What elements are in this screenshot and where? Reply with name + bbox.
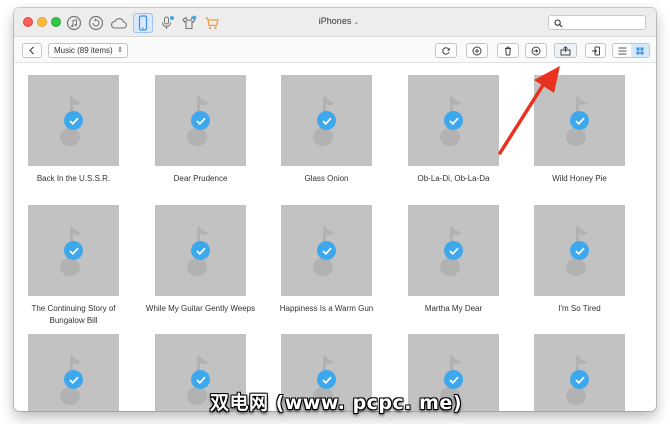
red-annotation-arrow <box>498 66 560 155</box>
song-title: Martha My Dear <box>424 304 483 313</box>
album-art-placeholder <box>281 75 372 166</box>
device-selector[interactable]: iPhones ⌄ <box>299 16 379 26</box>
album-art-placeholder <box>28 205 119 296</box>
album-art-placeholder <box>28 75 119 166</box>
up-down-chevron-icon: ⇕ <box>117 47 123 54</box>
song-tile[interactable]: Happiness Is a Warm Gun <box>267 205 397 315</box>
grid-view-icon <box>636 47 644 54</box>
send-to-itunes-button[interactable] <box>525 43 547 58</box>
selected-check-icon[interactable] <box>191 111 210 130</box>
selected-check-icon[interactable] <box>444 370 463 389</box>
song-tile[interactable] <box>520 334 650 411</box>
selected-check-icon[interactable] <box>570 370 589 389</box>
itunes-library-icon[interactable] <box>64 13 84 33</box>
chevron-left-icon <box>29 46 34 55</box>
voice-memo-download-icon[interactable] <box>157 13 177 33</box>
refresh-button[interactable] <box>435 43 457 58</box>
iphone-device-icon[interactable] <box>133 13 153 33</box>
trash-icon <box>505 46 511 55</box>
selected-check-icon[interactable] <box>570 111 589 130</box>
song-tile[interactable]: While My Guitar Gently Weeps <box>141 205 271 315</box>
song-title: The Continuing Story of Bungalow Bill <box>31 304 116 325</box>
delete-button[interactable] <box>497 43 519 58</box>
add-button[interactable] <box>466 43 488 58</box>
send-to-computer-icon <box>560 45 571 55</box>
song-title: Glass Onion <box>304 174 349 183</box>
shopping-cart-icon[interactable] <box>202 13 222 33</box>
selected-check-icon[interactable] <box>444 111 463 130</box>
category-select[interactable]: Music (89 items) ⇕ <box>48 43 128 58</box>
selected-check-icon[interactable] <box>317 111 336 130</box>
song-tile[interactable]: The Continuing Story of Bungalow Bill <box>14 205 144 327</box>
list-view-icon <box>618 47 626 54</box>
album-art-placeholder <box>534 334 625 411</box>
album-art-placeholder <box>408 205 499 296</box>
song-tile[interactable]: Dear Prudence <box>141 75 271 185</box>
album-art-placeholder <box>28 334 119 411</box>
add-icon <box>472 46 482 55</box>
minimize-window-button[interactable] <box>37 17 47 27</box>
song-title: Wild Honey Pie <box>552 174 607 183</box>
chevron-down-icon: ⌄ <box>353 19 360 26</box>
grid-view-button[interactable] <box>631 44 649 57</box>
send-to-device-button[interactable] <box>585 43 606 58</box>
list-view-button[interactable] <box>613 44 631 57</box>
song-tile[interactable]: Glass Onion <box>267 75 397 185</box>
view-toggle <box>612 43 650 58</box>
send-to-itunes-icon <box>531 46 541 55</box>
send-to-computer-button[interactable] <box>554 43 577 58</box>
song-tile[interactable]: Back In the U.S.S.R. <box>14 75 144 185</box>
selected-check-icon[interactable] <box>191 241 210 260</box>
song-title: Dear Prudence <box>173 174 228 183</box>
selected-check-icon[interactable] <box>64 241 83 260</box>
selected-check-icon[interactable] <box>64 111 83 130</box>
watermark-text: 双电网 (www. pcpc. me) <box>210 392 463 414</box>
send-to-device-icon <box>591 46 600 55</box>
song-tile[interactable]: Martha My Dear <box>394 205 524 315</box>
song-title: I'm So Tired <box>558 304 601 313</box>
back-button[interactable] <box>22 43 42 58</box>
song-tile[interactable] <box>14 334 144 411</box>
album-art-placeholder <box>155 205 246 296</box>
icloud-icon[interactable] <box>109 13 129 33</box>
album-art-placeholder <box>155 75 246 166</box>
search-input[interactable] <box>565 16 643 29</box>
selected-check-icon[interactable] <box>317 370 336 389</box>
search-box[interactable] <box>548 15 646 30</box>
album-art-placeholder <box>408 75 499 166</box>
title-bar: iPhones ⌄ <box>14 8 656 37</box>
refresh-icon <box>442 46 450 55</box>
selected-check-icon[interactable] <box>317 241 336 260</box>
backup-restore-icon[interactable] <box>86 13 106 33</box>
song-title: Happiness Is a Warm Gun <box>279 304 374 313</box>
song-tile[interactable]: I'm So Tired <box>520 205 650 315</box>
selected-check-icon[interactable] <box>570 241 589 260</box>
category-select-value: Music (89 items) <box>54 46 113 55</box>
maximize-window-button[interactable] <box>51 17 61 27</box>
song-title: Ob-La-Di, Ob-La-Da <box>417 174 490 183</box>
search-icon <box>554 19 563 28</box>
album-art-placeholder <box>281 205 372 296</box>
device-name: iPhones <box>318 16 352 26</box>
close-window-button[interactable] <box>23 17 33 27</box>
selected-check-icon[interactable] <box>444 241 463 260</box>
selected-check-icon[interactable] <box>191 370 210 389</box>
selected-check-icon[interactable] <box>64 370 83 389</box>
shirt-toolkit-icon[interactable] <box>179 13 199 33</box>
song-title: While My Guitar Gently Weeps <box>145 304 256 313</box>
song-title: Back In the U.S.S.R. <box>36 174 111 183</box>
album-art-placeholder <box>534 205 625 296</box>
